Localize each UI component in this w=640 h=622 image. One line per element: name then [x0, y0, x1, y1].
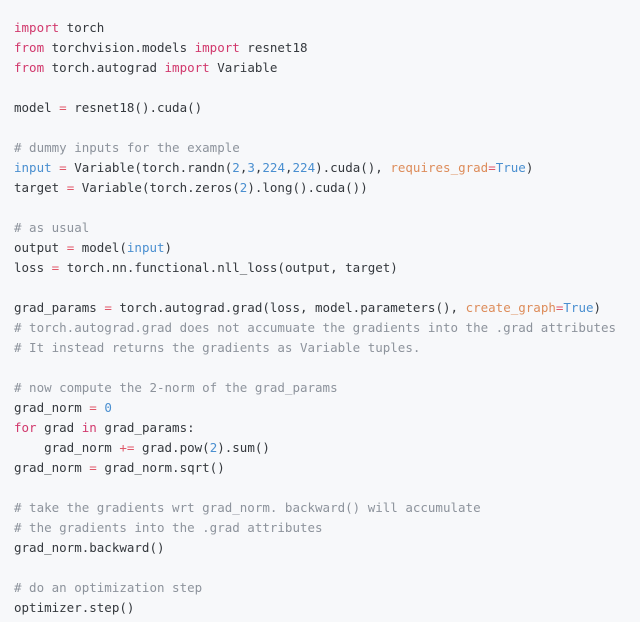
plain-token: output — [14, 240, 67, 255]
code-line: input = Variable(torch.randn(2,3,224,224… — [14, 158, 640, 178]
code-line: grad_norm += grad.pow(2).sum() — [14, 438, 640, 458]
code-line: # as usual — [14, 218, 640, 238]
code-line: # do an optimization step — [14, 578, 640, 598]
comment-token: # as usual — [14, 220, 90, 235]
code-line: grad_norm = grad_norm.sqrt() — [14, 458, 640, 478]
constant-token: True — [563, 300, 594, 315]
code-line: loss = torch.nn.functional.nll_loss(outp… — [14, 258, 640, 278]
code-line: from torchvision.models import resnet18 — [14, 38, 640, 58]
code-line: grad_norm = 0 — [14, 398, 640, 418]
plain-token: grad_norm — [14, 400, 90, 415]
comment-token: # do an optimization step — [14, 580, 203, 595]
keyword-token: import — [194, 40, 240, 55]
plain-token: ).cuda(), — [315, 160, 391, 175]
keyword-token: for — [14, 420, 37, 435]
builtin-token: input — [126, 240, 165, 255]
operator-token: = — [104, 300, 112, 315]
builtin-token: input — [14, 160, 52, 175]
code-line: optimizer.step() — [14, 598, 640, 618]
plain-token: Variable(torch.zeros( — [74, 180, 240, 195]
plain-token: ).long().cuda()) — [247, 180, 368, 195]
code-line: # now compute the 2-norm of the grad_par… — [14, 378, 640, 398]
number-token: 224 — [262, 160, 285, 175]
code-line: target = Variable(torch.zeros(2).long().… — [14, 178, 640, 198]
comment-token: # take the gradients wrt grad_norm. back… — [14, 500, 481, 515]
plain-token: torch.autograd — [44, 60, 165, 75]
operator-token: += — [119, 440, 135, 455]
plain-token: ) — [593, 300, 602, 315]
constant-token: True — [495, 160, 526, 175]
operator-token: = — [59, 160, 67, 175]
number-token: 3 — [247, 160, 255, 175]
plain-token: torch.nn.functional.nll_loss(output, tar… — [59, 260, 398, 275]
plain-token: grad_norm.backward() — [14, 540, 165, 555]
plain-token: torch.autograd.grad(loss, model.paramete… — [111, 300, 466, 315]
plain-token: model — [14, 100, 60, 115]
comment-token: # torch.autograd.grad does not accumuate… — [14, 320, 617, 335]
code-line: import torch — [14, 18, 640, 38]
comment-token: # the gradients into the .grad attribute… — [14, 520, 323, 535]
plain-token: grad_norm — [14, 440, 120, 455]
plain-token: grad_norm.sqrt() — [96, 460, 225, 475]
code-line: grad_params = torch.autograd.grad(loss, … — [14, 298, 640, 318]
plain-token: loss — [14, 260, 52, 275]
number-token: 0 — [104, 400, 112, 415]
number-token: 224 — [292, 160, 316, 175]
keyword-token: in — [81, 420, 97, 435]
plain-token: , — [284, 160, 293, 175]
comment-token: # It instead returns the gradients as Va… — [14, 340, 421, 355]
plain-token: torch — [59, 20, 105, 35]
operator-token: = — [89, 460, 97, 475]
plain-token: model( — [74, 240, 127, 255]
plain-token: Variable — [209, 60, 278, 75]
plain-token: grad — [36, 420, 82, 435]
keyword-token: from — [14, 40, 45, 55]
code-line: grad_norm.backward() — [14, 538, 640, 558]
keyword-argument-token: create_graph — [465, 300, 556, 315]
code-line: from torch.autograd import Variable — [14, 58, 640, 78]
code-block[interactable]: import torch from torchvision.models impo… — [0, 0, 640, 622]
plain-token: grad_params: — [96, 420, 195, 435]
plain-token: grad_params — [14, 300, 105, 315]
operator-token: = — [488, 160, 496, 175]
code-line: output = model(input) — [14, 238, 640, 258]
plain-token: optimizer.step() — [14, 600, 135, 615]
code-line: # the gradients into the .grad attribute… — [14, 518, 640, 538]
plain-token: target — [14, 180, 67, 195]
plain-token: ) — [525, 160, 534, 175]
keyword-token: from — [14, 60, 45, 75]
comment-token: # dummy inputs for the example — [14, 140, 240, 155]
plain-token: grad.pow( — [134, 440, 210, 455]
code-line: model = resnet18().cuda() — [14, 98, 640, 118]
plain-token: ) — [164, 240, 173, 255]
operator-token: = — [59, 100, 67, 115]
plain-token: grad_norm — [14, 460, 90, 475]
keyword-token: import — [14, 20, 60, 35]
keyword-token: import — [164, 60, 210, 75]
code-line: # take the gradients wrt grad_norm. back… — [14, 498, 640, 518]
plain-token: torchvision.models — [44, 40, 195, 55]
code-line: for grad in grad_params: — [14, 418, 640, 438]
keyword-argument-token: requires_grad — [390, 160, 489, 175]
code-line: # dummy inputs for the example — [14, 138, 640, 158]
plain-token: resnet18().cuda() — [66, 100, 203, 115]
plain-token: resnet18 — [239, 40, 308, 55]
code-line: # It instead returns the gradients as Va… — [14, 338, 640, 358]
number-token: 2 — [232, 160, 240, 175]
operator-token: = — [89, 400, 97, 415]
plain-token: ).sum() — [217, 440, 270, 455]
plain-token: Variable(torch.randn( — [66, 160, 233, 175]
code-line: # torch.autograd.grad does not accumuate… — [14, 318, 640, 338]
comment-token: # now compute the 2-norm of the grad_par… — [14, 380, 338, 395]
